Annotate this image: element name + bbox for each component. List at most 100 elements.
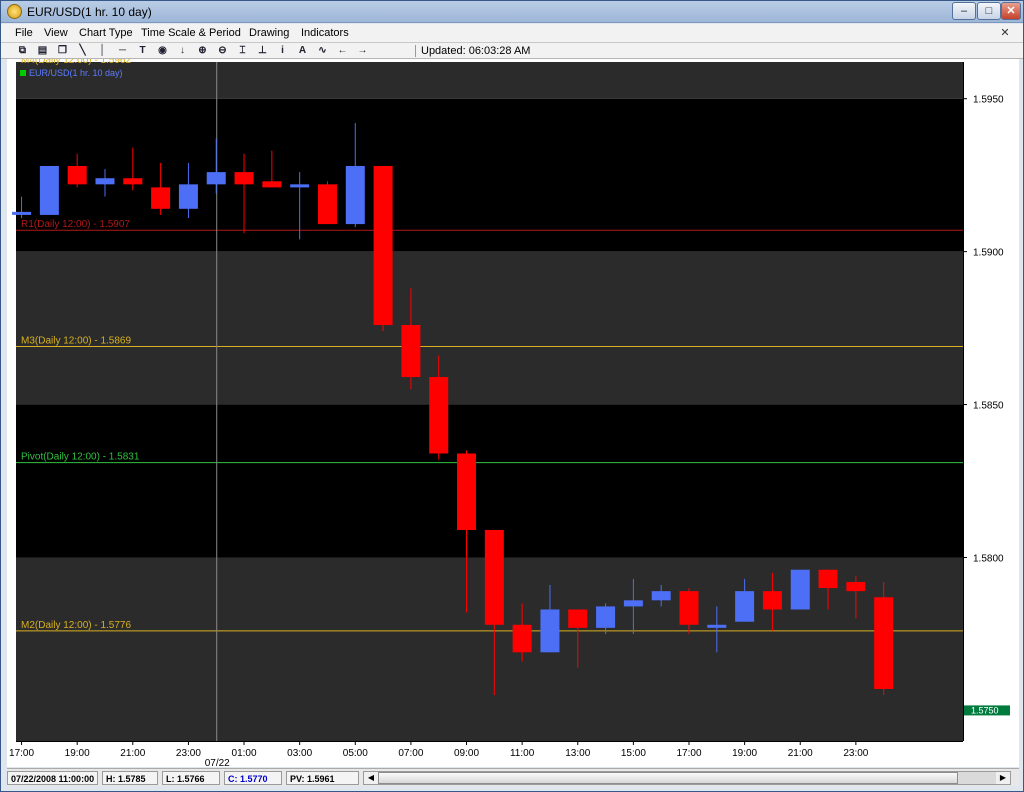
minimize-button[interactable]: –	[952, 2, 976, 20]
level-label: M3(Daily 12:00) - 1.5869	[21, 335, 131, 346]
menu-chart-type[interactable]: Chart Type	[79, 27, 133, 39]
arrow-right-icon[interactable]: →	[355, 44, 370, 58]
level-label: R1(Daily 12:00) - 1.5907	[21, 219, 130, 230]
x-tick-label: 21:00	[120, 748, 145, 759]
x-tick-label: 01:00	[232, 748, 257, 759]
menu-indicators[interactable]: Indicators	[301, 27, 349, 39]
fit-icon[interactable]: ⌶	[235, 44, 250, 58]
x-tick-label: 17:00	[676, 748, 701, 759]
candle-body	[651, 591, 671, 601]
candle-body	[568, 609, 588, 628]
date-label: 07/22	[205, 758, 230, 767]
candle-body	[484, 529, 504, 625]
x-tick-label: 19:00	[65, 748, 90, 759]
text-icon[interactable]: T	[135, 44, 150, 58]
trendline-icon[interactable]: ╲	[75, 44, 90, 58]
menu-drawing[interactable]: Drawing	[249, 27, 289, 39]
candle-body	[540, 609, 560, 653]
price-axis	[963, 59, 1019, 767]
x-tick-label: 03:00	[287, 748, 312, 759]
x-tick-label: 21:00	[788, 748, 813, 759]
status-close: C: 1.5770	[224, 771, 282, 785]
candle-body	[790, 569, 810, 610]
level-label: Pivot(Daily 12:00) - 1.5831	[21, 452, 140, 463]
chart-area[interactable]: M4(Daily 12:00) - 1.5962 R1(Daily 12:00) …	[7, 59, 1019, 767]
candle-body	[596, 606, 616, 628]
horizontal-scrollbar[interactable]: ◀ ▶	[363, 771, 1011, 785]
menu-time-scale-period[interactable]: Time Scale & Period	[141, 27, 241, 39]
zoom-out-icon[interactable]: ⊖	[215, 44, 230, 58]
menu-bar: File View Chart Type Time Scale & Period…	[1, 24, 1023, 43]
x-tick-label: 11:00	[510, 748, 535, 759]
y-tick-label: 1.5850	[973, 401, 1004, 412]
arrow-left-icon[interactable]: ←	[335, 44, 350, 58]
background-band	[16, 251, 963, 405]
status-bar: 07/22/2008 11:00:00 H: 1.5785 L: 1.5766 …	[7, 768, 1019, 786]
candle-body	[317, 184, 337, 225]
scroll-left-icon[interactable]: ◀	[364, 772, 378, 784]
candle-body	[874, 597, 894, 690]
candle-body	[39, 165, 59, 215]
info-icon[interactable]: i	[275, 44, 290, 58]
scroll-right-icon[interactable]: ▶	[996, 772, 1010, 784]
candle-body	[12, 211, 32, 215]
candle-body	[762, 591, 782, 610]
candle-body	[151, 187, 171, 209]
candle-body	[512, 624, 532, 653]
updated-timestamp: Updated: 06:03:28 AM	[421, 45, 531, 57]
background-band	[16, 62, 963, 99]
font-icon[interactable]: A	[295, 44, 310, 58]
maximize-button[interactable]: □	[977, 2, 1001, 20]
status-low: L: 1.5766	[162, 771, 220, 785]
time-axis	[7, 741, 963, 767]
x-tick-label: 07:00	[398, 748, 423, 759]
y-tick-label: 1.5800	[973, 553, 1004, 564]
candle-body	[234, 172, 254, 185]
print-icon[interactable]: ▤	[35, 44, 50, 58]
y-tick-label: 1.5950	[973, 95, 1004, 106]
window-title: EUR/USD(1 hr. 10 day)	[27, 5, 152, 19]
wave-icon[interactable]: ∿	[315, 44, 330, 58]
arrow-down-icon[interactable]: ↓	[175, 44, 190, 58]
candle-body	[846, 581, 866, 592]
copy-icon[interactable]: ❐	[55, 44, 70, 58]
menu-file[interactable]: File	[15, 27, 33, 39]
x-tick-label: 23:00	[176, 748, 201, 759]
close-button[interactable]: ✕	[1001, 2, 1021, 20]
vertical-line-icon[interactable]: │	[95, 44, 110, 58]
target-icon[interactable]: ◉	[155, 44, 170, 58]
candle-body	[290, 184, 310, 188]
candle-body	[735, 591, 755, 622]
chart-close-icon[interactable]: ✕	[997, 26, 1013, 40]
candle-body	[373, 165, 393, 326]
candle-body	[429, 377, 449, 454]
candle-body	[206, 172, 226, 185]
candle-body	[623, 600, 643, 607]
candle-body	[401, 325, 421, 378]
x-tick-label: 05:00	[343, 748, 368, 759]
scroll-thumb[interactable]	[378, 772, 958, 784]
candle-body	[707, 624, 727, 628]
zoom-in-icon[interactable]: ⊕	[195, 44, 210, 58]
toolbar-separator	[415, 45, 416, 57]
legend-text: EUR/USD(1 hr. 10 day)	[29, 68, 123, 78]
x-tick-label: 17:00	[9, 748, 34, 759]
candlestick-chart[interactable]: M4(Daily 12:00) - 1.5962 R1(Daily 12:00) …	[7, 59, 1019, 767]
candle-body	[457, 453, 477, 530]
x-tick-label: 23:00	[843, 748, 868, 759]
candle-body	[679, 591, 699, 625]
candle-body	[262, 181, 282, 188]
candle-body	[345, 165, 365, 225]
candle-body	[818, 569, 838, 589]
menu-view[interactable]: View	[44, 27, 68, 39]
legend-marker	[20, 70, 26, 76]
chart-icon[interactable]: ⧉	[15, 44, 30, 58]
y-tick-label: 1.5900	[973, 248, 1004, 259]
x-tick-label: 09:00	[454, 748, 479, 759]
x-tick-label: 13:00	[565, 748, 590, 759]
anchor-icon[interactable]: ⊥	[255, 44, 270, 58]
horizontal-line-icon[interactable]: ─	[115, 44, 130, 58]
title-bar[interactable]: EUR/USD(1 hr. 10 day) – □ ✕	[1, 1, 1023, 23]
x-tick-label: 15:00	[621, 748, 646, 759]
level-label: M2(Daily 12:00) - 1.5776	[21, 620, 131, 631]
